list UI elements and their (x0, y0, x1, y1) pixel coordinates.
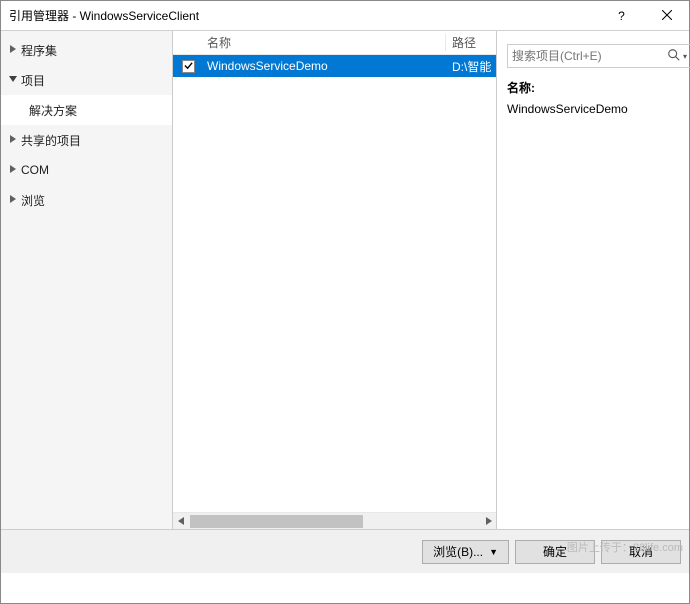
search-box[interactable]: ▾ (507, 44, 690, 68)
sidebar-item-assemblies[interactable]: 程序集 (1, 35, 172, 65)
sidebar-item-shared[interactable]: 共享的项目 (1, 125, 172, 155)
sidebar-item-label: 程序集 (21, 42, 57, 59)
chevron-right-icon (9, 135, 21, 146)
ok-button[interactable]: 确定 (515, 540, 595, 564)
list-empty-area (173, 77, 496, 512)
list-row[interactable]: WindowsServiceDemo D:\智能 (173, 55, 496, 77)
help-icon: ? (618, 9, 625, 23)
sidebar-item-label: 项目 (21, 72, 45, 89)
scroll-left-button[interactable] (173, 513, 190, 530)
sidebar-item-com[interactable]: COM (1, 155, 172, 185)
details-label: 名称: (507, 79, 679, 96)
scroll-track[interactable] (190, 513, 479, 530)
sidebar-item-solution[interactable]: 解决方案 (1, 95, 172, 125)
sidebar-item-browse[interactable]: 浏览 (1, 185, 172, 215)
horizontal-scrollbar[interactable] (173, 512, 496, 529)
details-panel: ▾ 名称: WindowsServiceDemo (497, 31, 689, 529)
sidebar-item-label: 浏览 (21, 192, 45, 209)
browse-button-label: 浏览(B)... (433, 543, 483, 560)
scroll-thumb[interactable] (190, 515, 363, 528)
close-icon (662, 9, 672, 23)
browse-button[interactable]: 浏览(B)... ▼ (422, 540, 509, 564)
row-name: WindowsServiceDemo (203, 59, 446, 73)
sidebar: 程序集 项目 解决方案 共享的项目 COM 浏览 (1, 31, 173, 529)
sidebar-item-label: COM (21, 163, 49, 177)
dropdown-icon: ▼ (489, 547, 498, 557)
row-check-cell (173, 60, 203, 73)
chevron-right-icon (9, 195, 21, 206)
sidebar-item-label: 解决方案 (29, 102, 77, 119)
dropdown-icon[interactable]: ▾ (683, 52, 687, 61)
row-path: D:\智能 (446, 58, 496, 75)
cancel-button-label: 取消 (629, 543, 653, 560)
search-icon[interactable] (667, 48, 681, 65)
scroll-right-button[interactable] (479, 513, 496, 530)
content-area: 程序集 项目 解决方案 共享的项目 COM 浏览 名称 (1, 31, 689, 529)
col-header-name[interactable]: 名称 (203, 34, 446, 51)
row-checkbox[interactable] (182, 60, 195, 73)
chevron-right-icon (9, 45, 21, 56)
chevron-down-icon (9, 75, 21, 86)
sidebar-item-projects[interactable]: 项目 (1, 65, 172, 95)
list-header: 名称 路径 (173, 31, 496, 55)
help-button[interactable]: ? (599, 1, 644, 31)
cancel-button[interactable]: 取消 (601, 540, 681, 564)
main-panel: 名称 路径 WindowsServiceDemo D:\智能 (173, 31, 497, 529)
list-main: 名称 路径 WindowsServiceDemo D:\智能 (173, 31, 496, 529)
window-title: 引用管理器 - WindowsServiceClient (9, 7, 599, 24)
details-value: WindowsServiceDemo (507, 102, 679, 116)
col-header-path[interactable]: 路径 (446, 34, 496, 51)
ok-button-label: 确定 (543, 543, 567, 560)
search-input[interactable] (512, 49, 667, 63)
footer: 浏览(B)... ▼ 确定 取消 (1, 529, 689, 573)
titlebar: 引用管理器 - WindowsServiceClient ? (1, 1, 689, 31)
sidebar-item-label: 共享的项目 (21, 132, 81, 149)
close-button[interactable] (644, 1, 689, 31)
check-icon (184, 59, 193, 73)
chevron-right-icon (9, 165, 21, 176)
list-area: 名称 路径 WindowsServiceDemo D:\智能 (173, 31, 496, 529)
